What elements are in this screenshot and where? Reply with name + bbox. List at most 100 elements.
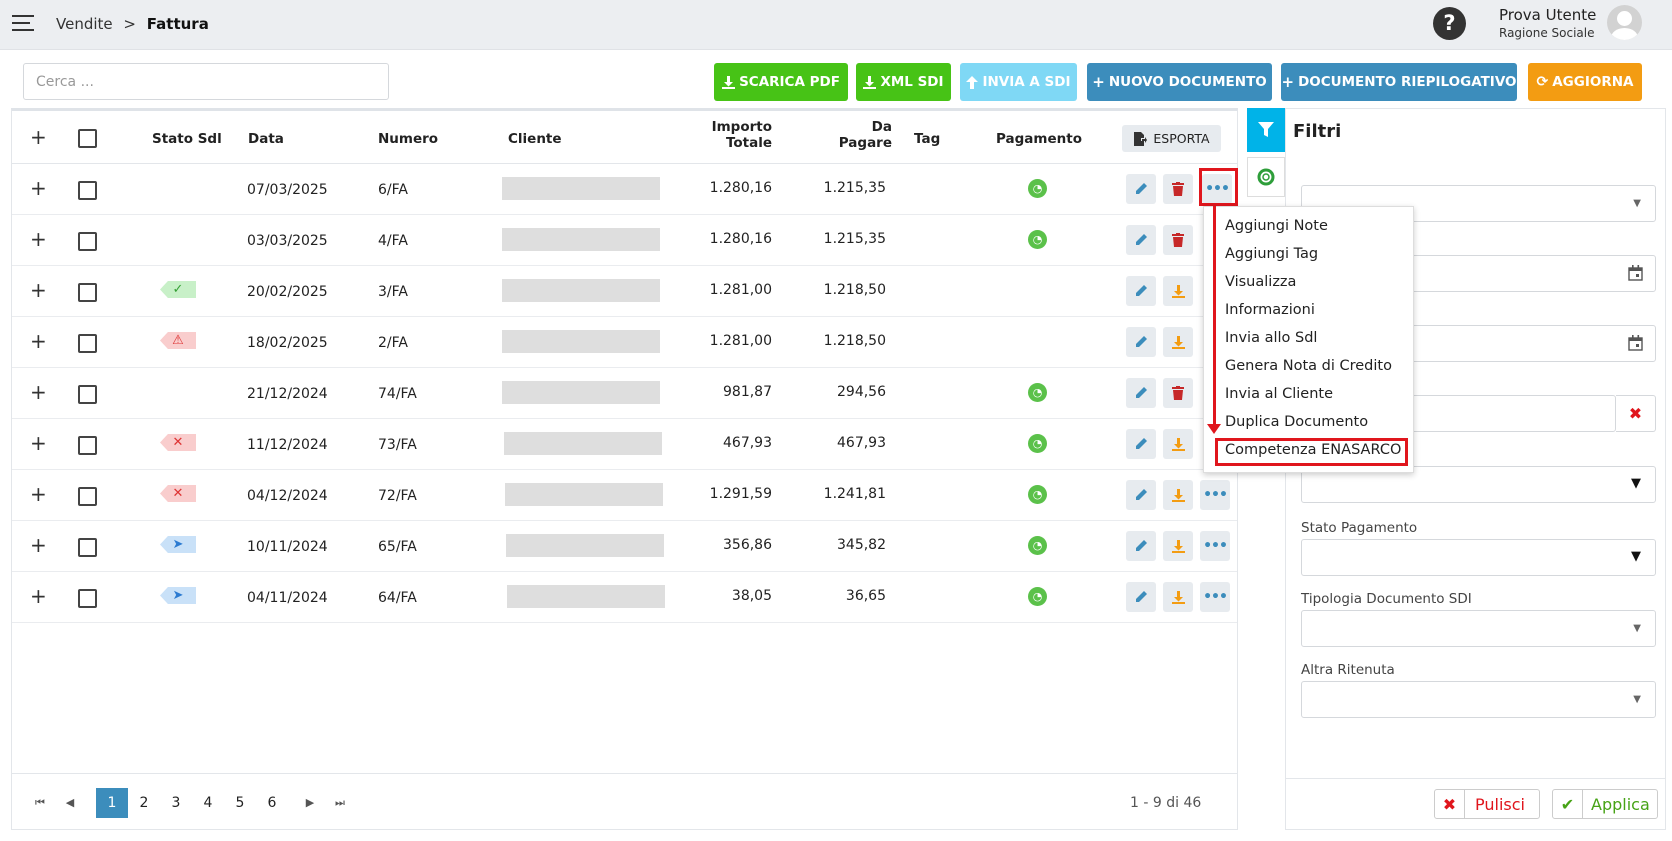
delete-button[interactable] xyxy=(1163,174,1193,204)
avatar[interactable] xyxy=(1607,5,1642,40)
table-row[interactable]: + 21/12/2024 74/FA 981,87 294,56 ◔ xyxy=(12,368,1237,419)
table-row[interactable]: + ✕ 04/12/2024 72/FA 1.291,59 1.241,81 ◔… xyxy=(12,470,1237,521)
next-page-icon[interactable]: ▶ xyxy=(300,788,320,818)
nuovo-documento-button[interactable]: + NUOVO DOCUMENTO xyxy=(1087,63,1272,101)
row-checkbox[interactable] xyxy=(78,589,97,608)
expand-row-icon[interactable]: + xyxy=(30,380,47,404)
table-row[interactable]: + 03/03/2025 4/FA 1.280,16 1.215,35 ◔ xyxy=(12,215,1237,266)
pulisci-label: Pulisci xyxy=(1475,794,1525,814)
row-checkbox[interactable] xyxy=(78,283,97,302)
edit-button[interactable] xyxy=(1126,378,1156,408)
prev-page-icon[interactable]: ◀ xyxy=(60,788,80,818)
delete-button[interactable] xyxy=(1163,225,1193,255)
select-all-checkbox[interactable] xyxy=(78,129,97,148)
table-row[interactable]: + ✕ 11/12/2024 73/FA 467,93 467,93 ◔ xyxy=(12,419,1237,470)
expand-row-icon[interactable]: + xyxy=(30,227,47,251)
row-checkbox[interactable] xyxy=(78,181,97,200)
expand-row-icon[interactable]: + xyxy=(30,329,47,353)
menu-invia-cliente[interactable]: Invia al Cliente xyxy=(1225,386,1333,402)
menu-icon[interactable] xyxy=(12,15,34,33)
table-row[interactable]: + ➤ 04/11/2024 64/FA 38,05 36,65 ◔ ••• xyxy=(12,572,1237,623)
header-numero[interactable]: Numero xyxy=(378,131,438,147)
menu-invia-sdl[interactable]: Invia allo Sdl xyxy=(1225,330,1317,346)
more-actions-button[interactable]: ••• xyxy=(1200,480,1230,510)
select-stato-pagamento[interactable]: ▼ xyxy=(1301,539,1656,576)
search-input[interactable] xyxy=(23,63,389,100)
expand-row-icon[interactable]: + xyxy=(30,431,47,455)
select-tipologia-documento[interactable]: ▼ xyxy=(1301,610,1656,647)
download-button[interactable] xyxy=(1163,429,1193,459)
first-page-icon[interactable]: ⏮ xyxy=(30,788,50,818)
esporta-button[interactable]: ESPORTA xyxy=(1122,125,1221,152)
edit-button[interactable] xyxy=(1126,174,1156,204)
aggiorna-button[interactable]: ⟳ AGGIORNA xyxy=(1528,63,1642,101)
header-stato-sdl[interactable]: Stato Sdl xyxy=(152,131,222,147)
user-name[interactable]: Prova Utente xyxy=(1499,6,1596,24)
row-checkbox[interactable] xyxy=(78,538,97,557)
header-pagamento[interactable]: Pagamento xyxy=(996,131,1082,147)
download-button[interactable] xyxy=(1163,531,1193,561)
table-row[interactable]: + 07/03/2025 6/FA 1.280,16 1.215,35 ◔ ••… xyxy=(12,164,1237,215)
applica-button[interactable]: ✔ Applica xyxy=(1552,789,1658,819)
row-checkbox[interactable] xyxy=(78,487,97,506)
breadcrumb-vendite[interactable]: Vendite xyxy=(56,15,113,33)
xml-sdi-button[interactable]: XML SDI xyxy=(856,63,951,101)
menu-genera-nota-credito[interactable]: Genera Nota di Credito xyxy=(1225,358,1392,374)
table-row[interactable]: + ➤ 10/11/2024 65/FA 356,86 345,82 ◔ ••• xyxy=(12,521,1237,572)
row-checkbox[interactable] xyxy=(78,385,97,404)
header-da-pagare[interactable]: Da Pagare xyxy=(772,119,892,151)
invia-sdi-button[interactable]: INVIA A SDI xyxy=(960,63,1077,101)
row-checkbox[interactable] xyxy=(78,436,97,455)
page-3[interactable]: 3 xyxy=(160,788,192,818)
download-button[interactable] xyxy=(1163,480,1193,510)
expand-all-icon[interactable]: + xyxy=(30,125,47,149)
menu-visualizza[interactable]: Visualizza xyxy=(1225,274,1296,290)
more-actions-button[interactable]: ••• xyxy=(1200,582,1230,612)
select-altra-ritenuta[interactable]: ▼ xyxy=(1301,681,1656,718)
header-importo[interactable]: Importo Totale xyxy=(652,119,772,151)
page-5[interactable]: 5 xyxy=(224,788,256,818)
edit-button[interactable] xyxy=(1126,276,1156,306)
menu-informazioni[interactable]: Informazioni xyxy=(1225,302,1315,318)
menu-aggiungi-note[interactable]: Aggiungi Note xyxy=(1225,218,1328,234)
edit-button[interactable] xyxy=(1126,225,1156,255)
expand-row-icon[interactable]: + xyxy=(30,584,47,608)
menu-duplica-documento[interactable]: Duplica Documento xyxy=(1225,414,1368,430)
row-checkbox[interactable] xyxy=(78,334,97,353)
menu-aggiungi-tag[interactable]: Aggiungi Tag xyxy=(1225,246,1318,262)
delete-button[interactable] xyxy=(1163,378,1193,408)
last-page-icon[interactable]: ⏭ xyxy=(330,788,350,818)
download-button[interactable] xyxy=(1163,327,1193,357)
edit-button[interactable] xyxy=(1126,429,1156,459)
edit-button[interactable] xyxy=(1126,327,1156,357)
help-icon[interactable]: ? xyxy=(1433,7,1466,40)
download-button[interactable] xyxy=(1163,276,1193,306)
page-1[interactable]: 1 xyxy=(96,788,128,818)
edit-button[interactable] xyxy=(1126,531,1156,561)
expand-row-icon[interactable]: + xyxy=(30,533,47,557)
support-tab[interactable] xyxy=(1247,157,1285,197)
clear-filter-button[interactable]: ✖ xyxy=(1616,395,1656,432)
edit-button[interactable] xyxy=(1126,582,1156,612)
page-4[interactable]: 4 xyxy=(192,788,224,818)
header-data[interactable]: Data xyxy=(248,131,284,147)
page-2[interactable]: 2 xyxy=(128,788,160,818)
table-row[interactable]: + ✓ 20/02/2025 3/FA 1.281,00 1.218,50 xyxy=(12,266,1237,317)
table-row[interactable]: + ⚠ 18/02/2025 2/FA 1.281,00 1.218,50 xyxy=(12,317,1237,368)
expand-row-icon[interactable]: + xyxy=(30,482,47,506)
pulisci-button[interactable]: ✖ Pulisci xyxy=(1434,789,1540,819)
expand-row-icon[interactable]: + xyxy=(30,278,47,302)
download-button[interactable] xyxy=(1163,582,1193,612)
more-actions-button[interactable]: ••• xyxy=(1200,531,1230,561)
payment-ok-icon: ◔ xyxy=(1028,179,1047,198)
header-tag[interactable]: Tag xyxy=(914,131,940,147)
scarica-pdf-button[interactable]: SCARICA PDF xyxy=(714,63,848,101)
header-cliente[interactable]: Cliente xyxy=(508,131,562,147)
page-6[interactable]: 6 xyxy=(256,788,288,818)
row-checkbox[interactable] xyxy=(78,232,97,251)
documento-riepilogativo-button[interactable]: + DOCUMENTO RIEPILOGATIVO xyxy=(1281,63,1517,101)
filter-tab[interactable] xyxy=(1247,108,1285,152)
edit-button[interactable] xyxy=(1126,480,1156,510)
pencil-icon xyxy=(1136,285,1147,296)
expand-row-icon[interactable]: + xyxy=(30,176,47,200)
